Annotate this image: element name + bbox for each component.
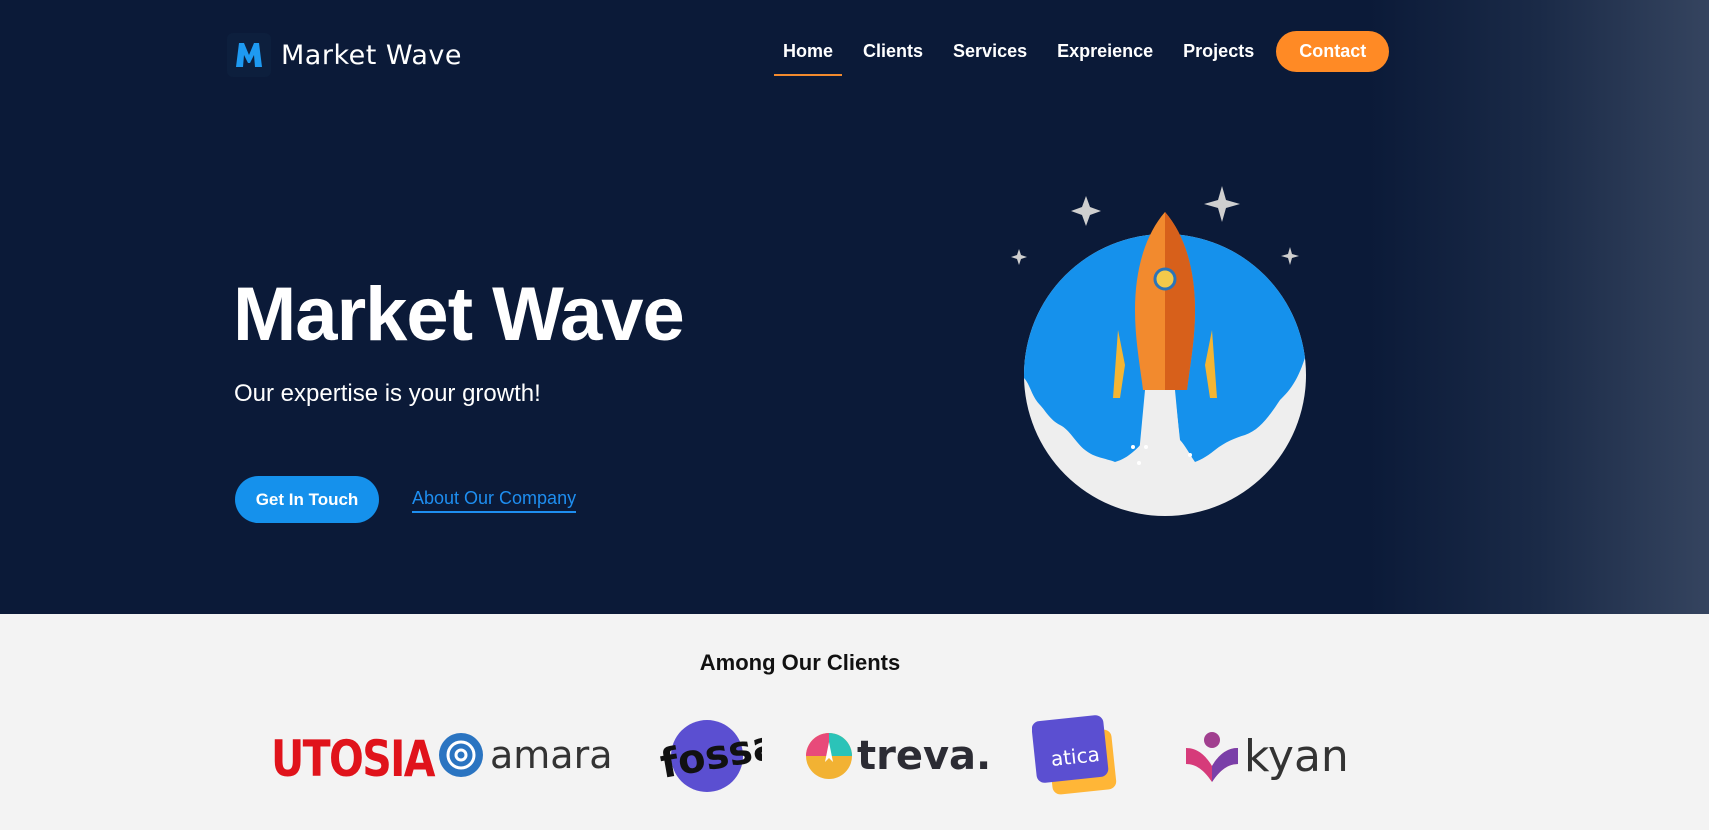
treva-badge-icon xyxy=(806,733,852,779)
hero-subtitle: Our expertise is your growth! xyxy=(234,380,541,407)
hero-title: Market Wave xyxy=(233,272,685,357)
brand-name: Market Wave xyxy=(281,39,462,71)
nav-home[interactable]: Home xyxy=(773,34,843,76)
hero-section: Market Wave Home Clients Services Exprei… xyxy=(0,0,1709,614)
client-logo-atica: atica xyxy=(1032,714,1122,800)
contact-button[interactable]: Contact xyxy=(1276,30,1390,72)
client-logo-utosia: UTOSIA xyxy=(271,730,435,788)
client-name: atica xyxy=(1050,742,1101,771)
rocket-icon xyxy=(1011,186,1306,516)
client-name: amara xyxy=(490,733,613,777)
fossa-badge-icon: fossa xyxy=(657,720,762,792)
client-logo-kyan: kyan xyxy=(1184,728,1349,784)
client-logo-amara: amara xyxy=(438,732,613,778)
client-name: UTOSIA xyxy=(271,730,435,788)
client-name: treva. xyxy=(857,733,992,779)
m-logo-icon xyxy=(227,33,271,77)
kyan-badge-icon xyxy=(1186,732,1238,782)
clients-title: Among Our Clients xyxy=(699,650,901,675)
about-company-link[interactable]: About Our Company xyxy=(412,488,577,513)
brand-logo[interactable]: Market Wave xyxy=(227,33,462,77)
client-name: kyan xyxy=(1244,730,1349,782)
nav-services[interactable]: Services xyxy=(953,34,1027,76)
atica-badge-icon: atica xyxy=(1032,715,1117,795)
nav-experience[interactable]: Expreience xyxy=(1057,34,1153,76)
amara-badge-icon xyxy=(439,733,483,777)
nav-clients[interactable]: Clients xyxy=(863,34,923,76)
get-in-touch-button[interactable]: Get In Touch xyxy=(235,476,379,523)
nav-projects[interactable]: Projects xyxy=(1183,34,1254,76)
client-logo-fossa: fossa xyxy=(652,718,762,794)
main-nav: Home Clients Services Expreience Project… xyxy=(773,30,1390,76)
client-logo-treva: treva. xyxy=(805,732,991,780)
